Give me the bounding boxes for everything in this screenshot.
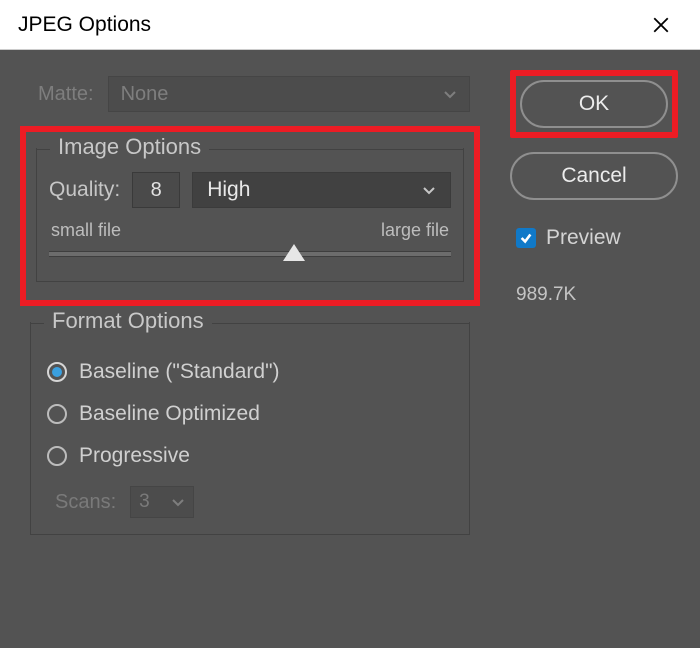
slider-track	[49, 251, 451, 257]
radio-progressive[interactable]: Progressive	[47, 444, 457, 468]
matte-row: Matte: None	[20, 70, 480, 122]
ok-highlight: OK	[510, 70, 678, 138]
scans-label: Scans:	[55, 491, 116, 514]
radio-icon	[47, 404, 67, 424]
quality-slider-block: small file large file	[49, 220, 451, 267]
cancel-button[interactable]: Cancel	[510, 152, 678, 200]
matte-label: Matte:	[38, 83, 94, 106]
preview-row[interactable]: Preview	[516, 226, 678, 250]
right-column: OK Cancel Preview 989.7K	[510, 70, 678, 306]
radio-icon	[47, 362, 67, 382]
close-icon	[652, 16, 670, 34]
radio-label: Baseline ("Standard")	[79, 360, 280, 384]
format-options-legend: Format Options	[30, 310, 470, 336]
slider-thumb[interactable]	[283, 244, 305, 261]
matte-value: None	[121, 83, 169, 106]
quality-label: Quality:	[49, 178, 120, 202]
matte-select[interactable]: None	[108, 76, 470, 112]
radio-baseline-standard[interactable]: Baseline ("Standard")	[47, 360, 457, 384]
slider-label-small: small file	[51, 220, 121, 241]
preview-checkbox[interactable]	[516, 228, 536, 248]
ok-button[interactable]: OK	[520, 80, 668, 128]
chevron-down-icon	[443, 87, 457, 101]
quality-preset-select[interactable]: High	[192, 172, 451, 208]
slider-label-large: large file	[381, 220, 449, 241]
radio-label: Progressive	[79, 444, 190, 468]
preview-label: Preview	[546, 226, 621, 250]
scans-row: Scans: 3	[55, 486, 457, 518]
titlebar: JPEG Options	[0, 0, 700, 50]
scans-value: 3	[139, 491, 150, 513]
chevron-down-icon	[171, 495, 185, 509]
image-options-group: Image Options Quality: High small file	[36, 148, 464, 282]
quality-input[interactable]	[132, 172, 180, 208]
check-icon	[519, 231, 533, 245]
left-column: Matte: None Image Options Quality: High	[20, 70, 480, 535]
format-options-group: Format Options Baseline ("Standard") Bas…	[30, 322, 470, 535]
quality-row: Quality: High	[49, 172, 451, 208]
image-options-legend: Image Options	[36, 136, 464, 162]
radio-label: Baseline Optimized	[79, 402, 260, 426]
format-options-wrap: Format Options Baseline ("Standard") Bas…	[20, 322, 480, 535]
quality-preset-value: High	[207, 178, 250, 202]
chevron-down-icon	[422, 183, 436, 197]
image-options-highlight: Image Options Quality: High small file	[20, 126, 480, 306]
window-title: JPEG Options	[18, 13, 151, 37]
scans-select: 3	[130, 486, 194, 518]
filesize-text: 989.7K	[516, 284, 678, 306]
radio-baseline-optimized[interactable]: Baseline Optimized	[47, 402, 457, 426]
quality-slider[interactable]	[49, 247, 451, 267]
close-button[interactable]	[640, 4, 682, 46]
dialog-body: Matte: None Image Options Quality: High	[0, 50, 700, 648]
radio-icon	[47, 446, 67, 466]
